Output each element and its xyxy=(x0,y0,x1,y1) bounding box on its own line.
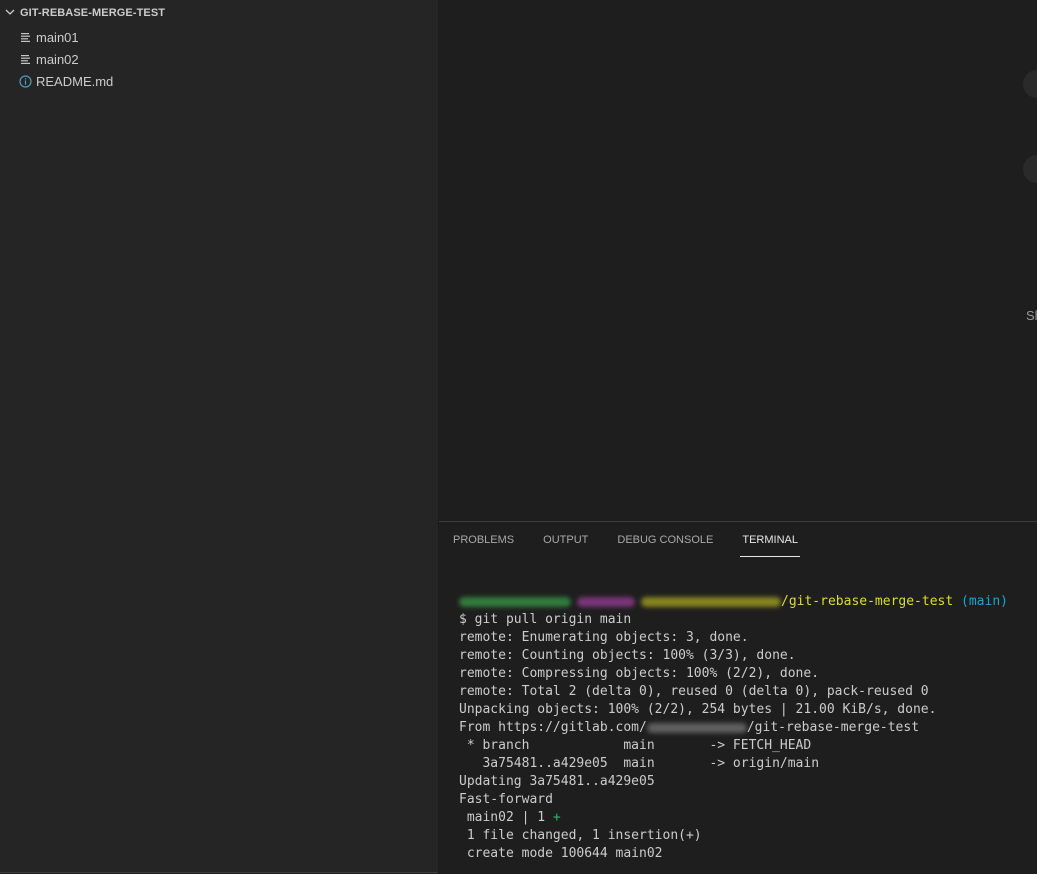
redacted-namespace xyxy=(646,722,747,733)
explorer-sidebar: GIT-REBASE-MERGE-TEST main01 main02 READ… xyxy=(0,0,439,873)
editor-partial-text: Sh xyxy=(1026,308,1037,323)
prompt-branch: (main) xyxy=(961,594,1008,609)
file-name: main02 xyxy=(36,51,79,67)
circle-decoration-icon xyxy=(1023,155,1037,183)
chevron-down-icon[interactable] xyxy=(4,6,20,21)
bottom-panel: PROBLEMS OUTPUT DEBUG CONSOLE TERMINAL /… xyxy=(439,521,1037,874)
tab-terminal[interactable]: TERMINAL xyxy=(740,522,800,558)
lines-file-icon xyxy=(18,30,32,44)
terminal-line: remote: Total 2 (delta 0), reused 0 (del… xyxy=(459,684,929,699)
file-item-main01[interactable]: main01 xyxy=(0,26,438,48)
tab-output[interactable]: OUTPUT xyxy=(541,522,590,558)
terminal-line: $ git pull origin main xyxy=(459,612,632,627)
redacted-dir xyxy=(641,596,781,607)
terminal-line: remote: Compressing objects: 100% (2/2),… xyxy=(459,666,820,681)
prompt-path: /git-rebase-merge-test xyxy=(781,594,954,609)
terminal-line: 1 file changed, 1 insertion(+) xyxy=(459,828,702,843)
file-name: main01 xyxy=(36,29,79,45)
file-name: README.md xyxy=(36,73,114,89)
explorer-section-header[interactable]: GIT-REBASE-MERGE-TEST xyxy=(0,0,438,26)
from-prefix: From https://gitlab.com/ xyxy=(459,720,647,735)
info-icon xyxy=(18,74,32,88)
panel-tabs: PROBLEMS OUTPUT DEBUG CONSOLE TERMINAL xyxy=(439,522,1037,558)
stat-plus: + xyxy=(552,810,561,825)
explorer-section-title: GIT-REBASE-MERGE-TEST xyxy=(20,7,166,19)
terminal-line: * branch main -> FETCH_HEAD xyxy=(459,738,812,753)
terminal-line: remote: Enumerating objects: 3, done. xyxy=(459,630,749,645)
terminal-stat-line: main02 | 1 + xyxy=(459,809,1037,827)
file-item-readme[interactable]: README.md xyxy=(0,70,438,92)
terminal-line: Updating 3a75481..a429e05 xyxy=(459,774,655,789)
tab-debug-console[interactable]: DEBUG CONSOLE xyxy=(615,522,715,558)
stat-prefix: main02 | 1 xyxy=(459,810,553,825)
terminal-line: 3a75481..a429e05 main -> origin/main xyxy=(459,756,820,771)
terminal-prompt-line: /git-rebase-merge-test (main) xyxy=(459,593,1037,611)
editor-area: Sh xyxy=(439,0,1037,521)
terminal-line: create mode 100644 main02 xyxy=(459,846,663,861)
file-item-main02[interactable]: main02 xyxy=(0,48,438,70)
from-suffix: /git-rebase-merge-test xyxy=(746,720,920,735)
redacted-user xyxy=(459,596,571,607)
terminal[interactable]: /git-rebase-merge-test (main) $ git pull… xyxy=(459,593,1037,863)
terminal-line: Unpacking objects: 100% (2/2), 254 bytes… xyxy=(459,702,937,717)
circle-decoration-icon xyxy=(1023,70,1037,98)
lines-file-icon xyxy=(18,52,32,66)
redacted-host xyxy=(577,596,635,607)
terminal-from-line: From https://gitlab.com/ /git-rebase-merg… xyxy=(459,719,1037,737)
tab-problems[interactable]: PROBLEMS xyxy=(451,522,516,558)
terminal-line: remote: Counting objects: 100% (3/3), do… xyxy=(459,648,796,663)
terminal-line: Fast-forward xyxy=(459,792,553,807)
